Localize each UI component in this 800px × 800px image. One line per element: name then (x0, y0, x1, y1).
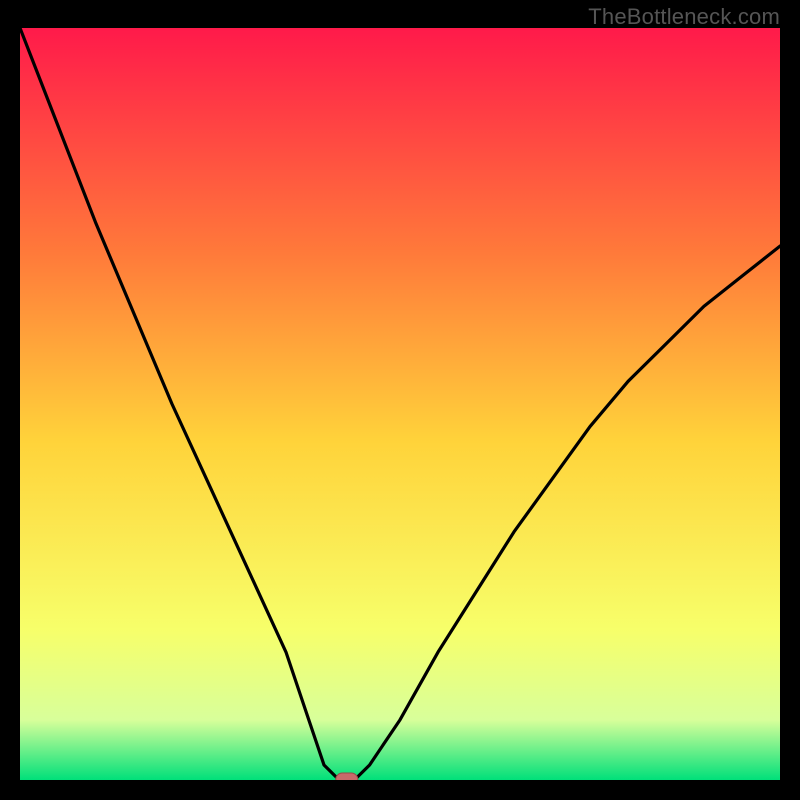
bottleneck-chart (20, 28, 780, 780)
chart-svg (20, 28, 780, 780)
watermark-text: TheBottleneck.com (588, 4, 780, 30)
chart-frame: TheBottleneck.com (0, 0, 800, 800)
